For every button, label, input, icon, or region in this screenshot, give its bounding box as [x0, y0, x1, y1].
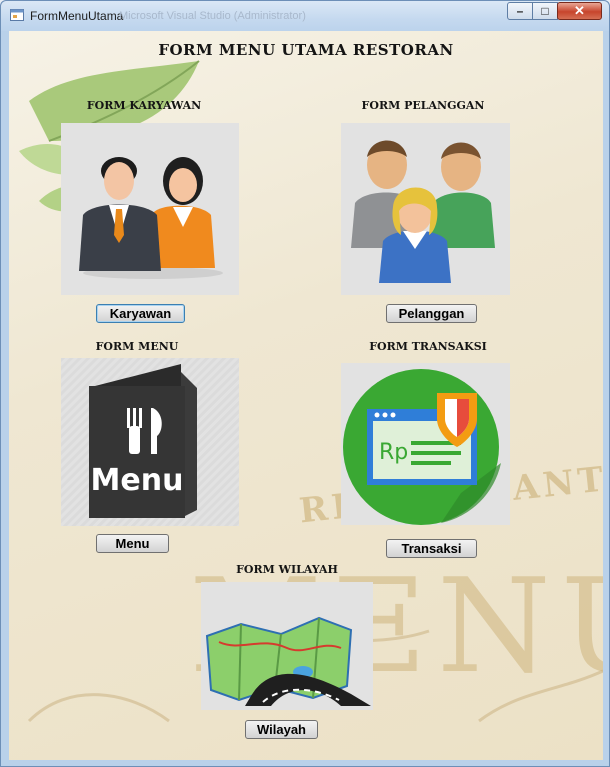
form-title: FORM MENU UTAMA RESTORAN	[158, 41, 454, 59]
pelanggan-heading: FORM PELANGGAN	[361, 99, 485, 112]
transaksi-picture: Rp	[341, 363, 510, 525]
app-window-icon	[10, 9, 24, 21]
rupiah-text: Rp	[379, 440, 408, 465]
maximize-icon: □	[541, 4, 549, 18]
window-title-ghost: Microsoft Visual Studio (Administrator)	[119, 10, 306, 22]
menu-book-icon: Menu	[61, 358, 239, 526]
wilayah-picture	[201, 582, 373, 710]
maximize-button[interactable]: □	[532, 2, 558, 20]
pelanggan-picture	[341, 123, 510, 295]
wilayah-heading: FORM WILAYAH	[236, 563, 338, 576]
pelanggan-button[interactable]: Pelanggan	[386, 304, 477, 323]
close-icon: ✕	[574, 3, 585, 18]
menu-heading: FORM MENU	[95, 340, 179, 353]
transaksi-heading: FORM TRANSAKSI	[369, 340, 487, 353]
minimize-button[interactable]: –	[507, 2, 533, 20]
window-title: FormMenuUtama	[30, 9, 124, 23]
menu-icon-text: Menu	[91, 463, 184, 498]
title-bar[interactable]: FormMenuUtama Microsoft Visual Studio (A…	[1, 1, 609, 31]
transaksi-button[interactable]: Transaksi	[386, 539, 477, 558]
karyawan-heading: FORM KARYAWAN	[86, 99, 202, 112]
map-icon	[205, 616, 371, 706]
minimize-icon: –	[516, 4, 524, 18]
app-window: FormMenuUtama Microsoft Visual Studio (A…	[0, 0, 610, 767]
close-button[interactable]: ✕	[557, 2, 602, 20]
menu-button[interactable]: Menu	[96, 534, 169, 553]
customers-icon	[351, 140, 495, 283]
menu-picture: Menu	[61, 358, 239, 526]
employees-icon	[79, 157, 223, 279]
form-client-area: RESTAURANT MENU FORM MENU UTAMA RESTORAN…	[9, 31, 603, 760]
karyawan-picture	[61, 123, 239, 295]
karyawan-button[interactable]: Karyawan	[96, 304, 185, 323]
payment-icon: Rp	[343, 369, 501, 525]
wilayah-button[interactable]: Wilayah	[245, 720, 318, 739]
